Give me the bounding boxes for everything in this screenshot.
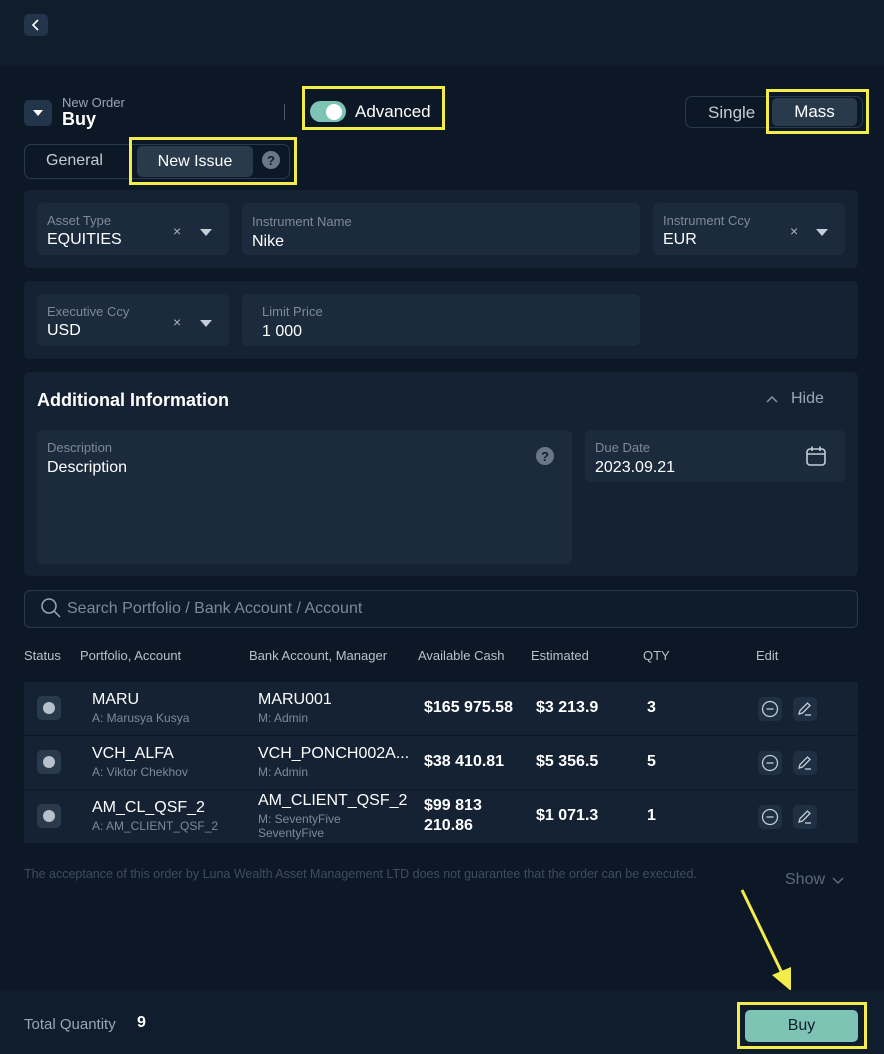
caret-down-icon — [33, 110, 43, 116]
pencil-icon — [798, 756, 811, 770]
instrument-ccy-value: EUR — [663, 231, 697, 248]
additional-info-title: Additional Information — [37, 390, 229, 410]
status-dot-icon — [43, 756, 55, 768]
toggle-knob — [326, 104, 342, 120]
manager-name: M: Admin — [258, 711, 309, 725]
column-header-status: Status — [24, 648, 61, 663]
total-quantity-value: 9 — [137, 1014, 146, 1031]
pencil-icon — [798, 810, 811, 824]
account-name: A: Viktor Chekhov — [92, 765, 188, 779]
edit-button[interactable] — [793, 697, 817, 721]
qty-value: 1 — [647, 807, 656, 824]
total-quantity-label: Total Quantity — [24, 1016, 116, 1033]
order-heading-big: Buy — [62, 109, 97, 129]
instrument-ccy-label: Instrument Ccy — [663, 213, 751, 228]
clear-icon[interactable]: × — [173, 314, 181, 330]
executive-ccy-value: USD — [47, 322, 81, 339]
due-date-label: Due Date — [595, 440, 650, 455]
description-textarea[interactable] — [37, 430, 572, 564]
instrument-name-value: Nike — [252, 233, 285, 250]
chevron-down-icon — [832, 877, 844, 885]
back-button[interactable] — [24, 14, 48, 36]
status-dot-icon — [43, 810, 55, 822]
status-indicator[interactable] — [37, 750, 61, 774]
column-header-portfolio: Portfolio, Account — [80, 648, 182, 663]
remove-button[interactable] — [758, 805, 782, 829]
description-value: Description — [47, 459, 128, 476]
clear-icon[interactable]: × — [790, 223, 798, 239]
asset-type-value: EQUITIES — [47, 231, 122, 248]
caret-down-icon — [200, 320, 212, 327]
annotation-arrow — [740, 889, 791, 991]
portfolio-name: AM_CL_QSF_2 — [92, 799, 205, 816]
remove-button[interactable] — [758, 751, 782, 775]
executive-ccy-label: Executive Ccy — [47, 304, 130, 319]
disclaimer-text: The acceptance of this order by Luna Wea… — [24, 867, 697, 881]
order-type-dropdown[interactable] — [24, 100, 52, 126]
instrument-name-label: Instrument Name — [252, 214, 352, 229]
available-cash-line2: 210.86 — [424, 817, 473, 834]
minus-circle-icon — [761, 808, 779, 826]
highlight-box-mass — [766, 89, 869, 134]
description-label: Description — [47, 440, 113, 455]
minus-circle-icon — [761, 754, 779, 772]
column-header-available-cash: Available Cash — [418, 648, 505, 663]
column-header-qty: QTY — [643, 648, 670, 663]
available-cash: $38 410.81 — [424, 753, 505, 770]
caret-down-icon — [200, 229, 212, 236]
chevron-left-icon — [31, 19, 39, 31]
limit-price-label: Limit Price — [262, 304, 323, 319]
manager-name: M: Admin — [258, 765, 309, 779]
pencil-icon — [798, 702, 811, 716]
status-indicator[interactable] — [37, 804, 61, 828]
bank-account: MARU001 — [258, 691, 332, 708]
mode-single-button[interactable]: Single — [708, 103, 755, 123]
status-indicator[interactable] — [37, 696, 61, 720]
advanced-label: Advanced — [355, 102, 431, 121]
manager-name: M: SeventyFive — [258, 812, 341, 826]
column-header-edit: Edit — [756, 648, 779, 663]
caret-down-icon — [816, 229, 828, 236]
account-name: A: AM_CLIENT_QSF_2 — [92, 819, 219, 833]
account-name: A: Marusya Kusya — [92, 711, 190, 725]
column-header-estimated: Estimated — [531, 648, 589, 663]
available-cash: $99 813 — [424, 797, 482, 814]
divider — [284, 104, 285, 120]
top-bar — [0, 0, 884, 66]
due-date-value: 2023.09.21 — [595, 459, 676, 476]
hide-label: Hide — [791, 390, 824, 407]
search-placeholder: Search Portfolio / Bank Account / Accoun… — [67, 600, 363, 617]
estimated-value: $1 071.3 — [536, 807, 599, 824]
instrument-name-field[interactable] — [242, 203, 640, 255]
available-cash: $165 975.58 — [424, 699, 513, 716]
qty-value: 5 — [647, 753, 656, 770]
tab-general[interactable]: General — [46, 152, 103, 170]
estimated-value: $5 356.5 — [536, 753, 599, 770]
remove-button[interactable] — [758, 697, 782, 721]
search-icon — [41, 598, 61, 618]
edit-button[interactable] — [793, 751, 817, 775]
order-heading-small: New Order — [62, 95, 125, 110]
help-icon[interactable]: ? — [536, 447, 554, 465]
calendar-icon[interactable] — [805, 445, 827, 467]
estimated-value: $3 213.9 — [536, 699, 599, 716]
portfolio-name: VCH_ALFA — [92, 745, 174, 762]
column-header-bank-account: Bank Account, Manager — [249, 648, 388, 663]
highlight-box-new-issue — [129, 137, 297, 185]
minus-circle-icon — [761, 700, 779, 718]
edit-button[interactable] — [793, 805, 817, 829]
status-dot-icon — [43, 702, 55, 714]
highlight-box-buy — [737, 1002, 867, 1049]
manager-name-line2: SeventyFive — [258, 826, 325, 840]
bank-account: VCH_PONCH002A... — [258, 745, 410, 762]
portfolio-name: MARU — [92, 691, 140, 708]
bank-account: AM_CLIENT_QSF_2 — [258, 792, 408, 809]
hide-toggle[interactable]: Hide — [765, 390, 824, 408]
asset-type-label: Asset Type — [47, 213, 112, 228]
clear-icon[interactable]: × — [173, 223, 181, 239]
qty-value: 3 — [647, 699, 656, 716]
limit-price-value: 1 000 — [262, 323, 303, 340]
chevron-up-icon — [766, 395, 778, 403]
